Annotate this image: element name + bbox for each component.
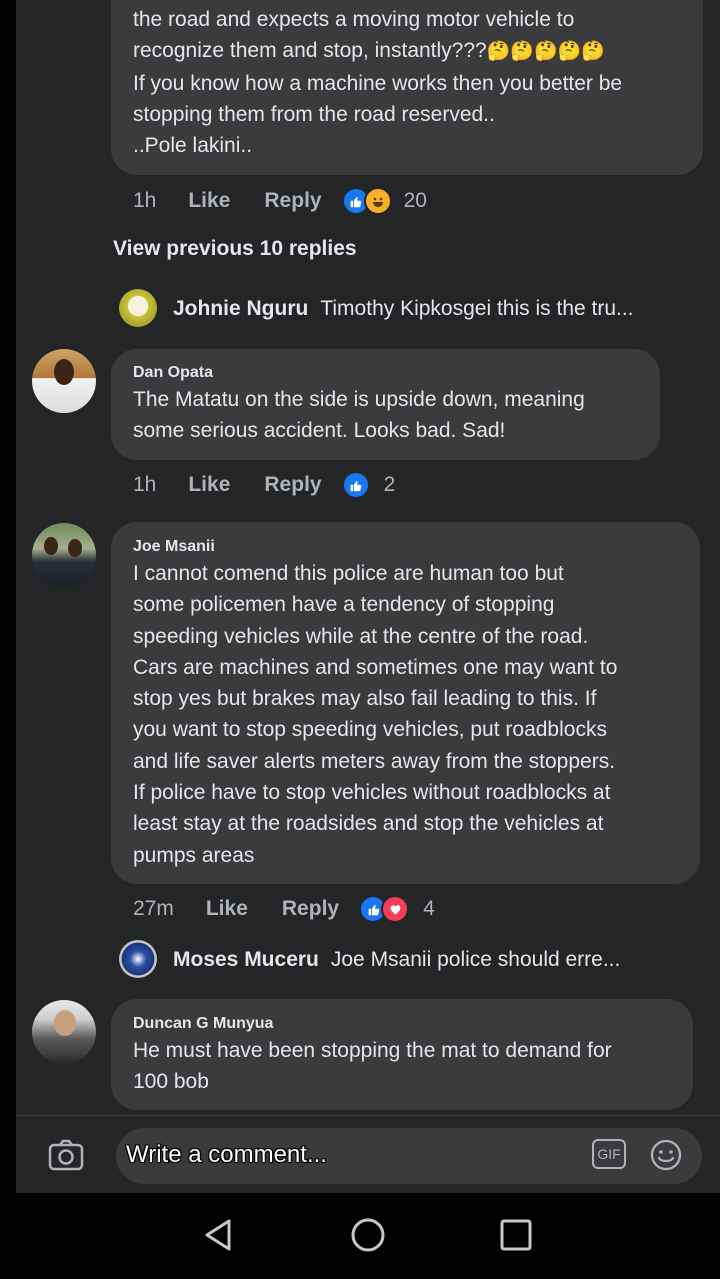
comment-bubble: Duncan G Munyua He must have been stoppi… bbox=[111, 999, 693, 1110]
comment-time: 27m bbox=[133, 897, 174, 920]
comments-screen: the road and expects a moving motor vehi… bbox=[16, 0, 720, 1193]
avatar-figure bbox=[44, 537, 58, 555]
reply-author[interactable]: Johnie Nguru bbox=[173, 297, 308, 321]
reply-author[interactable]: Moses Muceru bbox=[173, 948, 319, 972]
reply-preview[interactable]: Moses Muceru Joe Msanii police should er… bbox=[173, 948, 620, 972]
reply-preview[interactable]: Johnie Nguru Timothy Kipkosgei this is t… bbox=[173, 297, 634, 321]
comment-bubble: Dan Opata The Matatu on the side is upsi… bbox=[111, 349, 660, 460]
reply-button[interactable]: Reply bbox=[264, 189, 321, 213]
view-previous-replies-link[interactable]: View previous 10 replies bbox=[113, 237, 357, 261]
comment-time: 1h bbox=[133, 189, 157, 212]
reactions[interactable]: 2 bbox=[341, 471, 396, 499]
comment-text: The Matatu on the side is upside down, m… bbox=[133, 388, 585, 443]
back-icon[interactable] bbox=[196, 1213, 240, 1257]
comment-input[interactable]: Write a comment... GIF bbox=[116, 1128, 702, 1184]
reply-text: Timothy Kipkosgei this is the tru... bbox=[320, 297, 634, 320]
avatar-figure bbox=[68, 539, 82, 557]
comment-text: the road and expects a moving motor vehi… bbox=[133, 8, 623, 158]
reply-button[interactable]: Reply bbox=[282, 897, 339, 921]
camera-icon[interactable] bbox=[48, 1138, 84, 1172]
comment-composer: Write a comment... GIF bbox=[16, 1115, 720, 1193]
avatar[interactable] bbox=[32, 349, 96, 413]
home-icon[interactable] bbox=[346, 1213, 390, 1257]
system-navigation-bar bbox=[0, 1193, 720, 1279]
comment-time: 1h bbox=[133, 473, 157, 496]
recents-icon[interactable] bbox=[494, 1213, 538, 1257]
avatar-face bbox=[54, 359, 74, 385]
comment-meta: 1h Like Reply 2 bbox=[133, 470, 395, 500]
like-button[interactable]: Like bbox=[188, 189, 230, 213]
gif-icon[interactable]: GIF bbox=[592, 1139, 626, 1169]
avatar[interactable] bbox=[32, 523, 96, 587]
comment-text: I cannot comend this police are human to… bbox=[133, 562, 618, 867]
like-button[interactable]: Like bbox=[206, 897, 248, 921]
reaction-count: 2 bbox=[383, 473, 396, 496]
reactions[interactable]: 20 bbox=[341, 187, 427, 215]
comment-bubble: Joe Msanii I cannot comend this police a… bbox=[111, 522, 700, 884]
reply-text: Joe Msanii police should erre... bbox=[330, 948, 621, 971]
avatar[interactable] bbox=[32, 1000, 96, 1064]
comment-author[interactable]: Duncan G Munyua bbox=[133, 1015, 273, 1033]
thinking-emoji-row: 🤔🤔🤔🤔🤔 bbox=[486, 41, 606, 63]
reaction-count: 20 bbox=[403, 189, 427, 212]
comment-author[interactable]: Dan Opata bbox=[133, 364, 213, 382]
reaction-count: 4 bbox=[423, 897, 435, 920]
comment-meta: 1h Like Reply 20 bbox=[133, 186, 427, 216]
comment-meta: 27m Like Reply 4 bbox=[133, 894, 435, 924]
comment-placeholder: Write a comment... bbox=[126, 1141, 328, 1169]
gif-label: GIF bbox=[597, 1146, 621, 1162]
love-reaction-icon bbox=[381, 895, 410, 923]
reply-button[interactable]: Reply bbox=[264, 473, 321, 497]
comment-author[interactable]: Joe Msanii bbox=[133, 538, 215, 556]
comment-text: He must have been stopping the mat to de… bbox=[133, 1039, 612, 1094]
avatar[interactable] bbox=[119, 940, 157, 978]
reactions[interactable]: 4 bbox=[359, 895, 435, 923]
haha-reaction-icon bbox=[363, 187, 392, 215]
comment-bubble: the road and expects a moving motor vehi… bbox=[111, 0, 703, 175]
avatar[interactable] bbox=[119, 289, 157, 327]
like-button[interactable]: Like bbox=[188, 473, 230, 497]
like-reaction-icon bbox=[341, 471, 370, 499]
avatar-face bbox=[54, 1010, 76, 1036]
emoji-icon[interactable] bbox=[649, 1138, 683, 1172]
